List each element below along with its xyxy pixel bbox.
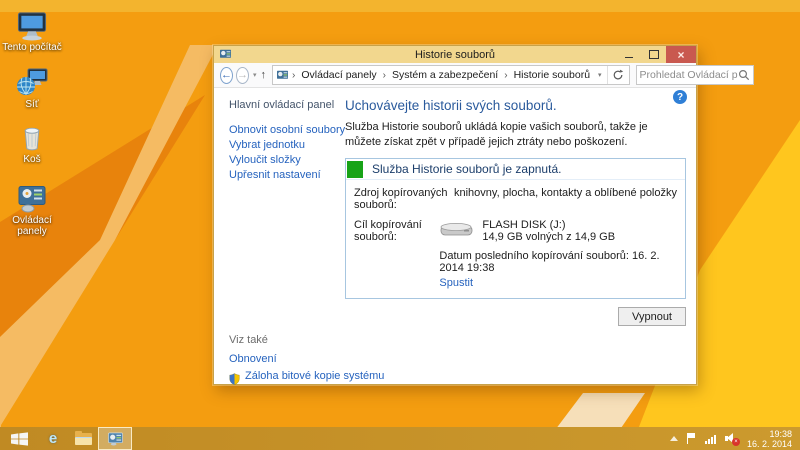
close-button[interactable] (666, 46, 696, 63)
up-button[interactable] (261, 69, 267, 81)
drive-name: FLASH DISK (J:) (482, 219, 615, 231)
taskbar: 19:38 16. 2. 2014 (0, 427, 800, 450)
address-dropdown-icon[interactable] (593, 71, 607, 79)
breadcrumb-separator-icon[interactable] (501, 69, 510, 81)
drive-icon (439, 219, 475, 239)
run-now-link[interactable]: Spustit (439, 277, 473, 289)
forward-button[interactable] (236, 67, 249, 84)
file-explorer-icon (75, 433, 92, 445)
this-pc-icon (2, 10, 62, 41)
search-icon[interactable] (738, 69, 750, 81)
breadcrumb-separator-icon[interactable] (289, 69, 298, 81)
address-bar[interactable]: Ovládací panely Systém a zabezpečení His… (272, 65, 630, 85)
see-also-recovery-link[interactable]: Obnovení (229, 353, 384, 365)
desktop-icon-label: Ovládací panely (2, 215, 62, 237)
refresh-button[interactable] (607, 66, 629, 84)
maximize-button[interactable] (641, 46, 666, 63)
status-on-indicator (347, 161, 363, 178)
minimize-button[interactable] (616, 46, 641, 63)
sidebar-item-control-panel-home[interactable]: Hlavní ovládací panel (229, 99, 345, 111)
control-panel-icon (2, 183, 62, 214)
sidebar: Hlavní ovládací panel Obnovit osobní sou… (229, 99, 345, 184)
wallpaper-top-band (0, 0, 800, 12)
file-history-status-box: Služba Historie souborů je zapnutá. Zdro… (345, 158, 686, 299)
breadcrumb-control-panel-icon (276, 70, 289, 81)
turn-off-button[interactable]: Vypnout (618, 307, 686, 326)
title-bar[interactable]: Historie souborů (214, 46, 696, 63)
system-tray: 19:38 16. 2. 2014 (670, 429, 800, 449)
search-box[interactable] (636, 65, 754, 85)
taskbar-control-panel-active[interactable] (98, 427, 132, 450)
refresh-icon (612, 69, 624, 81)
desktop-icon-control-panel[interactable]: Ovládací panely (2, 183, 62, 237)
main-pane: Uchovávejte historii svých souborů. Služ… (345, 94, 686, 326)
volume-muted-icon[interactable] (725, 433, 738, 444)
last-copy-date: Datum posledního kopírování souborů: 16.… (439, 250, 677, 274)
breadcrumb-separator-icon[interactable] (380, 69, 389, 81)
navigation-bar: Ovládací panely Systém a zabezpečení His… (214, 63, 696, 88)
windows-logo-icon (11, 432, 28, 446)
sidebar-item-advanced-settings[interactable]: Upřesnit nastavení (229, 169, 345, 181)
desktop-icon-network[interactable]: Síť (2, 67, 62, 110)
page-description: Služba Historie souborů ukládá kopie vaš… (345, 120, 686, 149)
taskbar-file-explorer[interactable] (68, 427, 98, 450)
see-also-system-image-backup-link[interactable]: Záloha bitové kopie systému (245, 370, 384, 382)
show-hidden-icons-icon[interactable] (670, 436, 678, 441)
history-dropdown-icon[interactable] (253, 71, 257, 79)
page-title: Uchovávejte historii svých souborů. (345, 98, 686, 113)
copy-source-value: knihovny, plocha, kontakty a oblíbené po… (454, 187, 677, 199)
sidebar-item-select-drive[interactable]: Vybrat jednotku (229, 139, 345, 151)
copy-source-label: Zdroj kopírovaných souborů: (354, 187, 454, 211)
search-input[interactable] (640, 69, 738, 81)
desktop-icon-this-pc[interactable]: Tento počítač (2, 10, 62, 53)
clock-time: 19:38 (747, 429, 792, 439)
start-button[interactable] (0, 427, 38, 450)
taskbar-internet-explorer[interactable] (38, 427, 68, 450)
status-band: Služba Historie souborů je zapnutá. (346, 159, 685, 180)
back-button[interactable] (220, 67, 233, 84)
drive-free-space: 14,9 GB volných z 14,9 GB (482, 231, 615, 243)
desktop-icon-label: Síť (2, 99, 62, 110)
breadcrumb-item[interactable]: Historie souborů (511, 69, 593, 81)
network-icon (2, 67, 62, 98)
uac-shield-icon (229, 373, 240, 385)
sidebar-item-restore-files[interactable]: Obnovit osobní soubory (229, 124, 345, 136)
window-content: Hlavní ovládací panel Obnovit osobní sou… (214, 88, 696, 384)
file-history-window: Historie souborů Ovládací panely Systém … (213, 45, 697, 385)
desktop-icon-recycle-bin[interactable]: Koš (2, 122, 62, 165)
breadcrumb-item[interactable]: Ovládací panely (298, 69, 379, 81)
desktop: Tento počítač Síť Koš Ovládací panely Hi… (0, 0, 800, 450)
desktop-icon-label: Koš (2, 154, 62, 165)
status-text: Služba Historie souborů je zapnutá. (372, 162, 561, 176)
breadcrumb-item[interactable]: Systém a zabezpečení (389, 69, 501, 81)
network-signal-icon[interactable] (705, 434, 716, 444)
desktop-icon-label: Tento počítač (2, 42, 62, 53)
taskbar-clock[interactable]: 19:38 16. 2. 2014 (747, 429, 792, 449)
control-panel-icon (107, 432, 124, 446)
clock-date: 16. 2. 2014 (747, 439, 792, 449)
see-also-heading: Viz také (229, 334, 384, 346)
internet-explorer-icon (49, 430, 57, 448)
see-also-section: Viz také Obnovení Záloha bitové kopie sy… (229, 334, 384, 387)
copy-target-label: Cíl kopírování souborů: (354, 219, 439, 289)
sidebar-item-exclude-folders[interactable]: Vyloučit složky (229, 154, 345, 166)
action-center-flag-icon[interactable] (687, 433, 696, 444)
recycle-bin-icon (2, 122, 62, 153)
